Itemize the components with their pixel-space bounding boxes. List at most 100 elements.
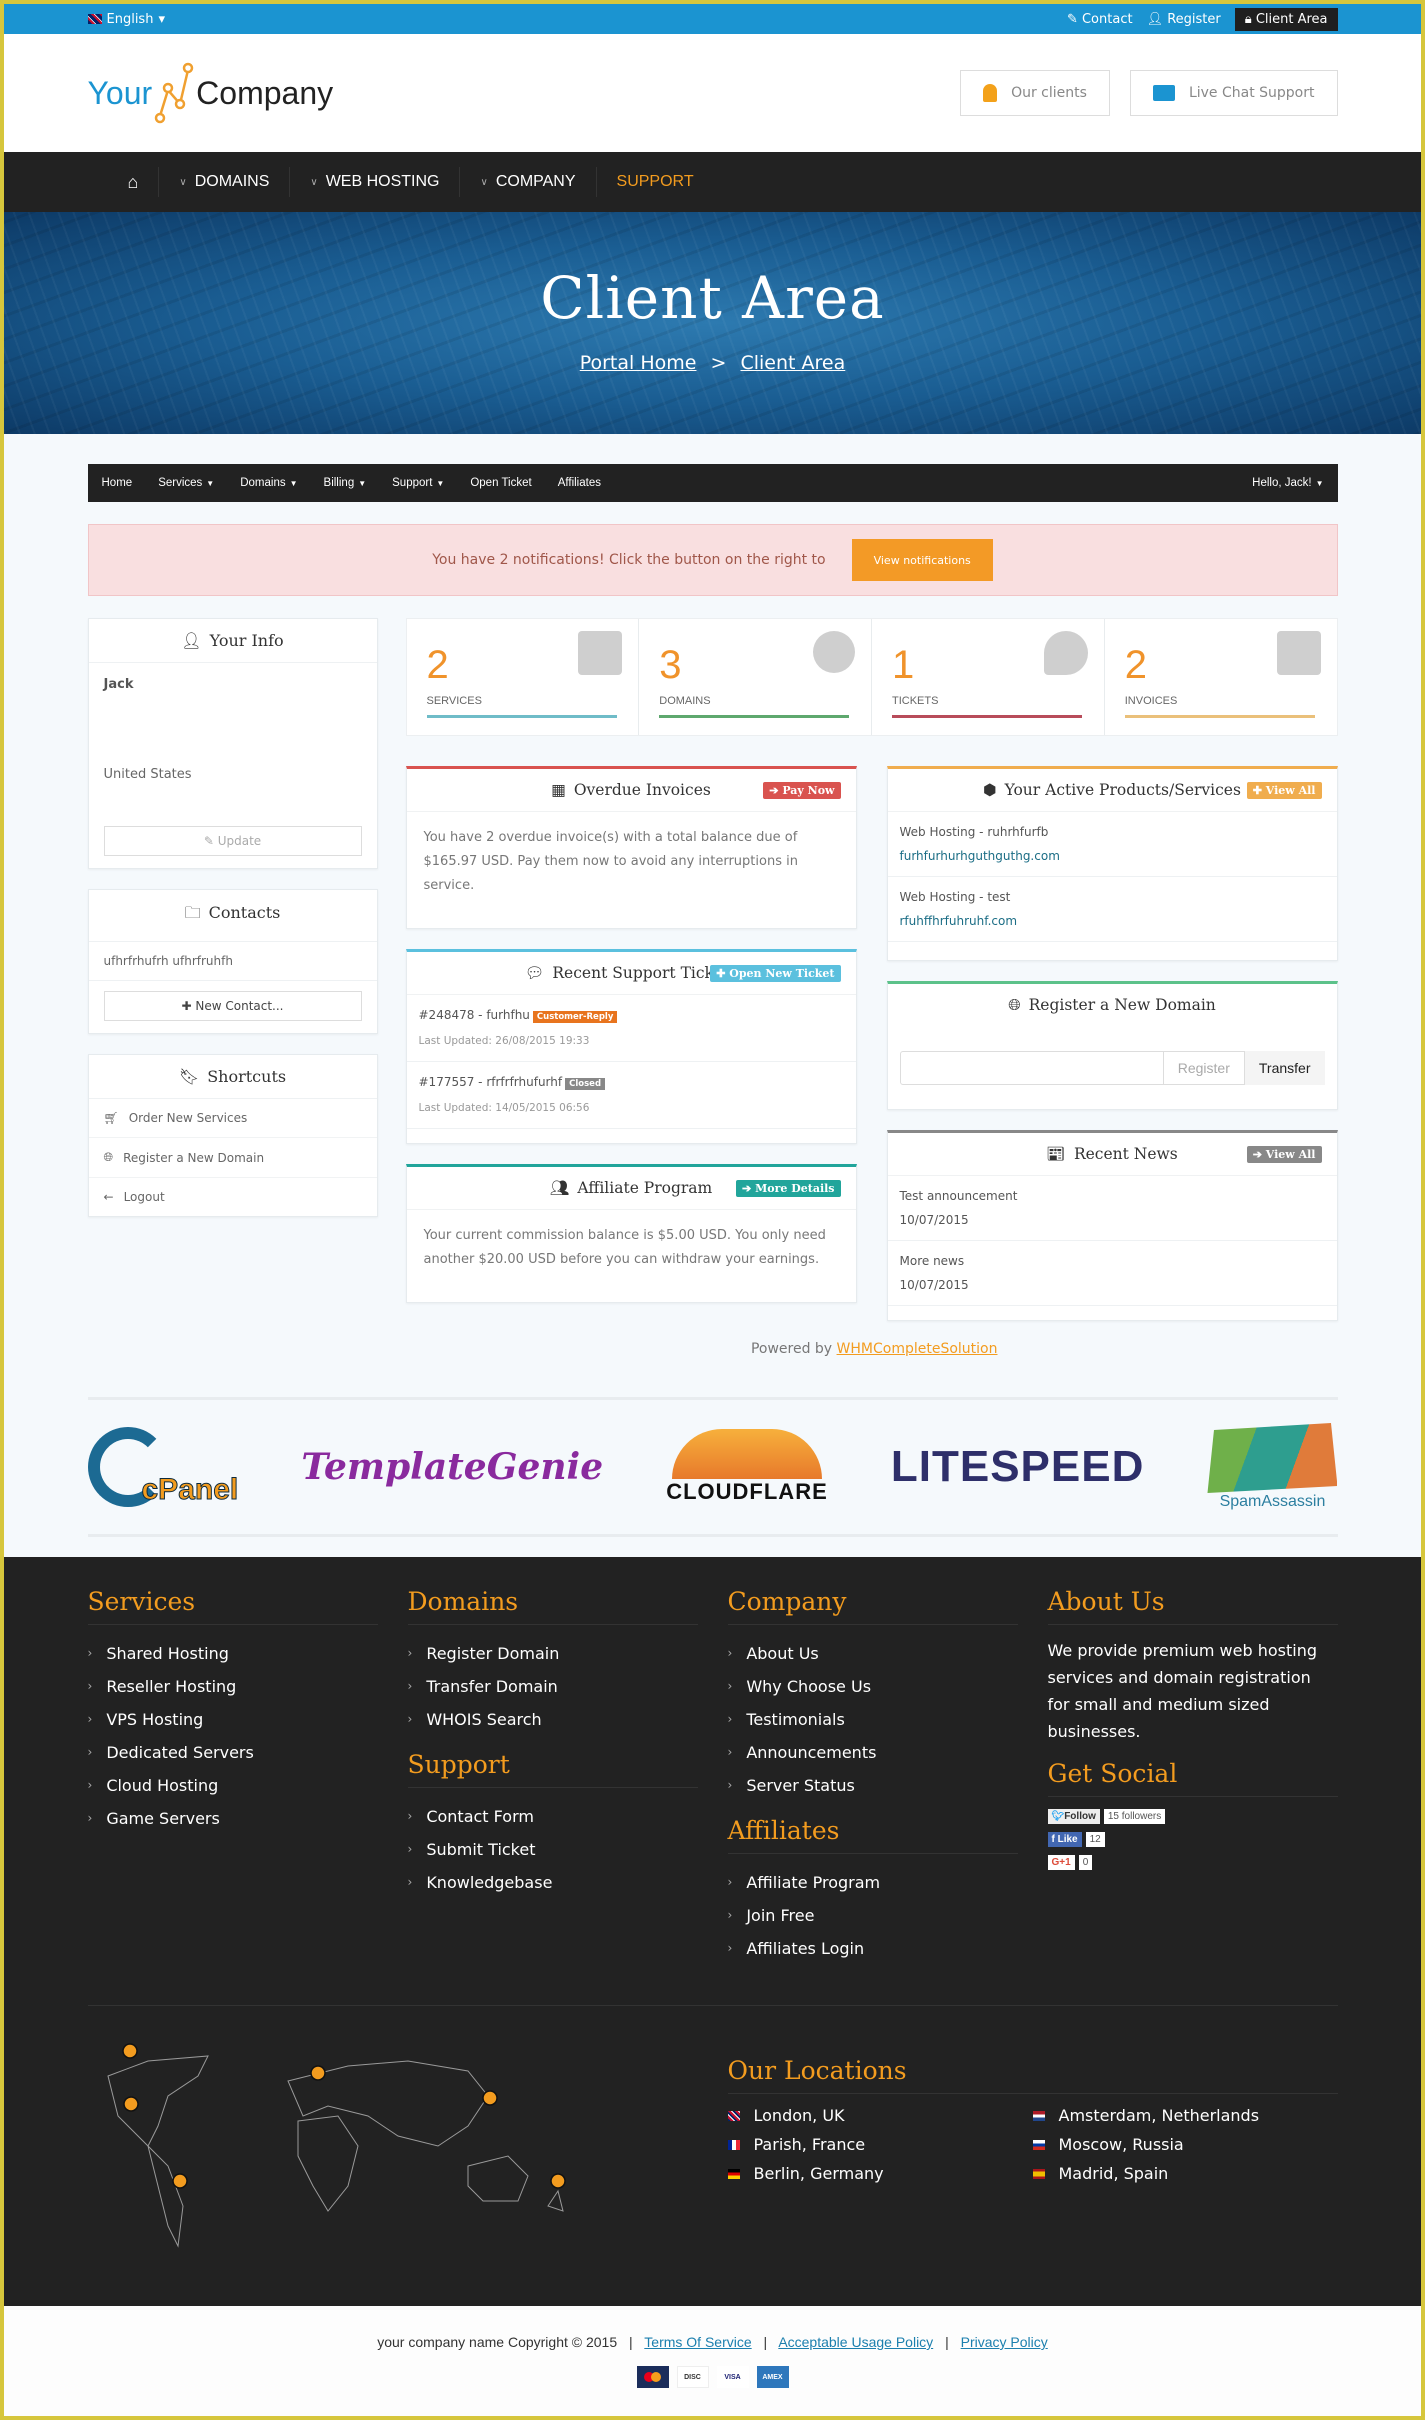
more-details-button[interactable]: ➔ More Details [736,1180,841,1197]
globe-icon: 🌐︎ [103,1150,114,1164]
footer-link[interactable]: › Why Choose Us [728,1670,1018,1703]
subnav-services[interactable]: Services ▼ [158,477,214,489]
subnav-domains[interactable]: Domains ▼ [240,477,297,489]
footer-link[interactable]: › Transfer Domain [408,1670,698,1703]
footer-link[interactable]: › About Us [728,1637,1018,1670]
contact-link[interactable]: ✎ Contact [1067,12,1133,27]
user-menu[interactable]: Hello, Jack! ▼ [1252,477,1323,489]
facebook-button[interactable]: f Like [1047,1832,1082,1847]
breadcrumb-client-area[interactable]: Client Area [740,352,845,374]
twitter-icon: 🐦︎ [1051,1811,1065,1822]
product-row[interactable]: Web Hosting - ruhrhfurfb furhfurhurhguth… [887,812,1337,877]
subnav-affiliates[interactable]: Affiliates [558,477,601,489]
es-flag-icon [1032,2168,1045,2179]
update-button[interactable]: ✎ Update [103,826,362,856]
subnav-billing[interactable]: Billing ▼ [324,477,367,489]
powered-by-link[interactable]: WHMCompleteSolution [837,1341,998,1357]
our-clients-button[interactable]: Our clients [960,70,1110,116]
chevron-right-icon: › [87,1811,93,1825]
location-marker [549,2173,566,2189]
footer-link[interactable]: › Reseller Hosting [88,1670,378,1703]
acceptable-usage-policy-link[interactable]: Acceptable Usage Policy [778,2334,933,2350]
footer-link[interactable]: › Dedicated Servers [88,1736,378,1769]
product-row[interactable]: Web Hosting - test rfuhffhrfuhruhf.com [887,877,1337,942]
footer-link[interactable]: › VPS Hosting [88,1703,378,1736]
view-all-products-button[interactable]: ✚ View All [1246,782,1322,799]
stat-domains[interactable]: 3 DOMAINS [639,619,872,735]
twitter-follow[interactable]: 🐦︎Follow 15 followers [1047,1809,1338,1824]
affiliate-program-card: 👥︎ Affiliate Program ➔ More Details Your … [405,1164,857,1303]
cpanel-text: cPanel [141,1473,239,1507]
stat-tickets[interactable]: 1 TICKETS [872,619,1105,735]
transfer-domain-button[interactable]: Transfer [1244,1051,1325,1085]
ticket-row[interactable]: #248478 - furhfhu Customer-Reply Last Upd… [406,995,856,1062]
footer-heading: About Us [1047,1587,1338,1625]
nav-home[interactable]: ⌂ [108,167,160,197]
arrow-left-icon: ← [103,1190,114,1204]
footer-link[interactable]: › Testimonials [728,1703,1018,1736]
terms-of-service-link[interactable]: Terms Of Service [644,2334,751,2350]
pay-now-button[interactable]: ➔ Pay Now [763,782,841,799]
footer-link[interactable]: › Announcements [728,1736,1018,1769]
subnav-home[interactable]: Home [102,477,133,489]
footer-link[interactable]: › Server Status [728,1769,1018,1802]
ticket-row[interactable]: #177557 - rfrfrfrhufurhf Closed Last Upda… [406,1062,856,1129]
shortcut-logout[interactable]: ← Logout [89,1178,377,1216]
shortcuts-panel: 🔖︎ Shortcuts 🛒︎ Order New Services 🌐︎ Regis… [87,1054,378,1217]
view-all-news-button[interactable]: ➔ View All [1246,1146,1322,1163]
footer-heading: Services [87,1587,378,1625]
footer-link-label: Cloud Hosting [106,1776,219,1795]
payment-cards: DISC VISA AMEX [4,2366,1421,2388]
cloudflare-text: CLOUDFLARE [666,1479,828,1504]
footer-link[interactable]: › Knowledgebase [408,1866,698,1899]
footer-link[interactable]: › Game Servers [88,1802,378,1835]
register-link[interactable]: 👤︎ Register [1147,12,1221,27]
open-new-ticket-button[interactable]: ✚ Open New Ticket [710,965,841,982]
domain-input[interactable] [899,1051,1164,1085]
footer-link[interactable]: › Register Domain [408,1637,698,1670]
contact-item[interactable]: ufhrfrhufrh ufhrfruhfh [88,942,377,981]
facebook-like[interactable]: f Like 12 [1047,1832,1338,1847]
footer-link[interactable]: › Affiliate Program [728,1866,1018,1899]
nav-domains[interactable]: ∨ DOMAINS [159,167,291,197]
nav-web-hosting[interactable]: ∨ WEB HOSTING [290,167,461,197]
visa-icon: VISA [716,2366,749,2388]
breadcrumb-portal-home[interactable]: Portal Home [580,352,697,374]
more-details-label: More Details [755,1182,835,1195]
news-row[interactable]: More news 10/07/2015 [887,1241,1337,1306]
subnav-affiliates-label: Affiliates [557,477,601,489]
google-plus[interactable]: G+1 0 [1047,1855,1338,1870]
nav-support[interactable]: SUPPORT [597,167,714,197]
footer-link[interactable]: › Submit Ticket [408,1833,698,1866]
footer-link[interactable]: › Cloud Hosting [88,1769,378,1802]
subnav-support-label: Support [392,477,433,489]
privacy-policy-link[interactable]: Privacy Policy [961,2334,1048,2350]
language-selector[interactable]: English ▾ [87,12,165,27]
shortcut-order-new-services[interactable]: 🛒︎ Order New Services [88,1099,377,1138]
cart-icon: 🛒︎ [103,1111,119,1125]
new-contact-button[interactable]: ✚ New Contact... [103,991,362,1021]
subnav-domains-label: Domains [240,477,286,489]
subnav-support[interactable]: Support ▼ [392,477,444,489]
view-notifications-button[interactable]: View notifications [851,539,993,581]
footer-link[interactable]: › Join Free [728,1899,1018,1932]
subnav-open-ticket[interactable]: Open Ticket [470,477,531,489]
nav-company[interactable]: ∨ COMPANY [460,167,597,197]
client-area-link[interactable]: 🔒︎ Client Area [1234,7,1338,31]
company-logo[interactable]: Your Company [88,62,333,124]
live-chat-button[interactable]: Live Chat Support [1129,70,1338,116]
stat-services[interactable]: 2 SERVICES [407,619,640,735]
shortcut-register-domain[interactable]: 🌐︎ Register a New Domain [88,1138,377,1178]
google-plus-button[interactable]: G+1 [1047,1855,1075,1870]
footer-link[interactable]: › WHOIS Search [408,1703,698,1736]
twitter-button[interactable]: 🐦︎Follow [1047,1809,1100,1824]
footer-link[interactable]: › Affiliates Login [728,1932,1018,1965]
caret-down-icon: ▼ [358,479,367,488]
footer-link[interactable]: › Contact Form [408,1800,698,1833]
product-name: Web Hosting - test [899,890,1011,904]
news-row[interactable]: Test announcement 10/07/2015 [887,1176,1337,1241]
footer-link[interactable]: › Shared Hosting [88,1637,378,1670]
stat-invoices[interactable]: 2 INVOICES [1105,619,1337,735]
client-area-label: Client Area [1255,11,1328,27]
register-domain-button[interactable]: Register [1163,1051,1245,1085]
